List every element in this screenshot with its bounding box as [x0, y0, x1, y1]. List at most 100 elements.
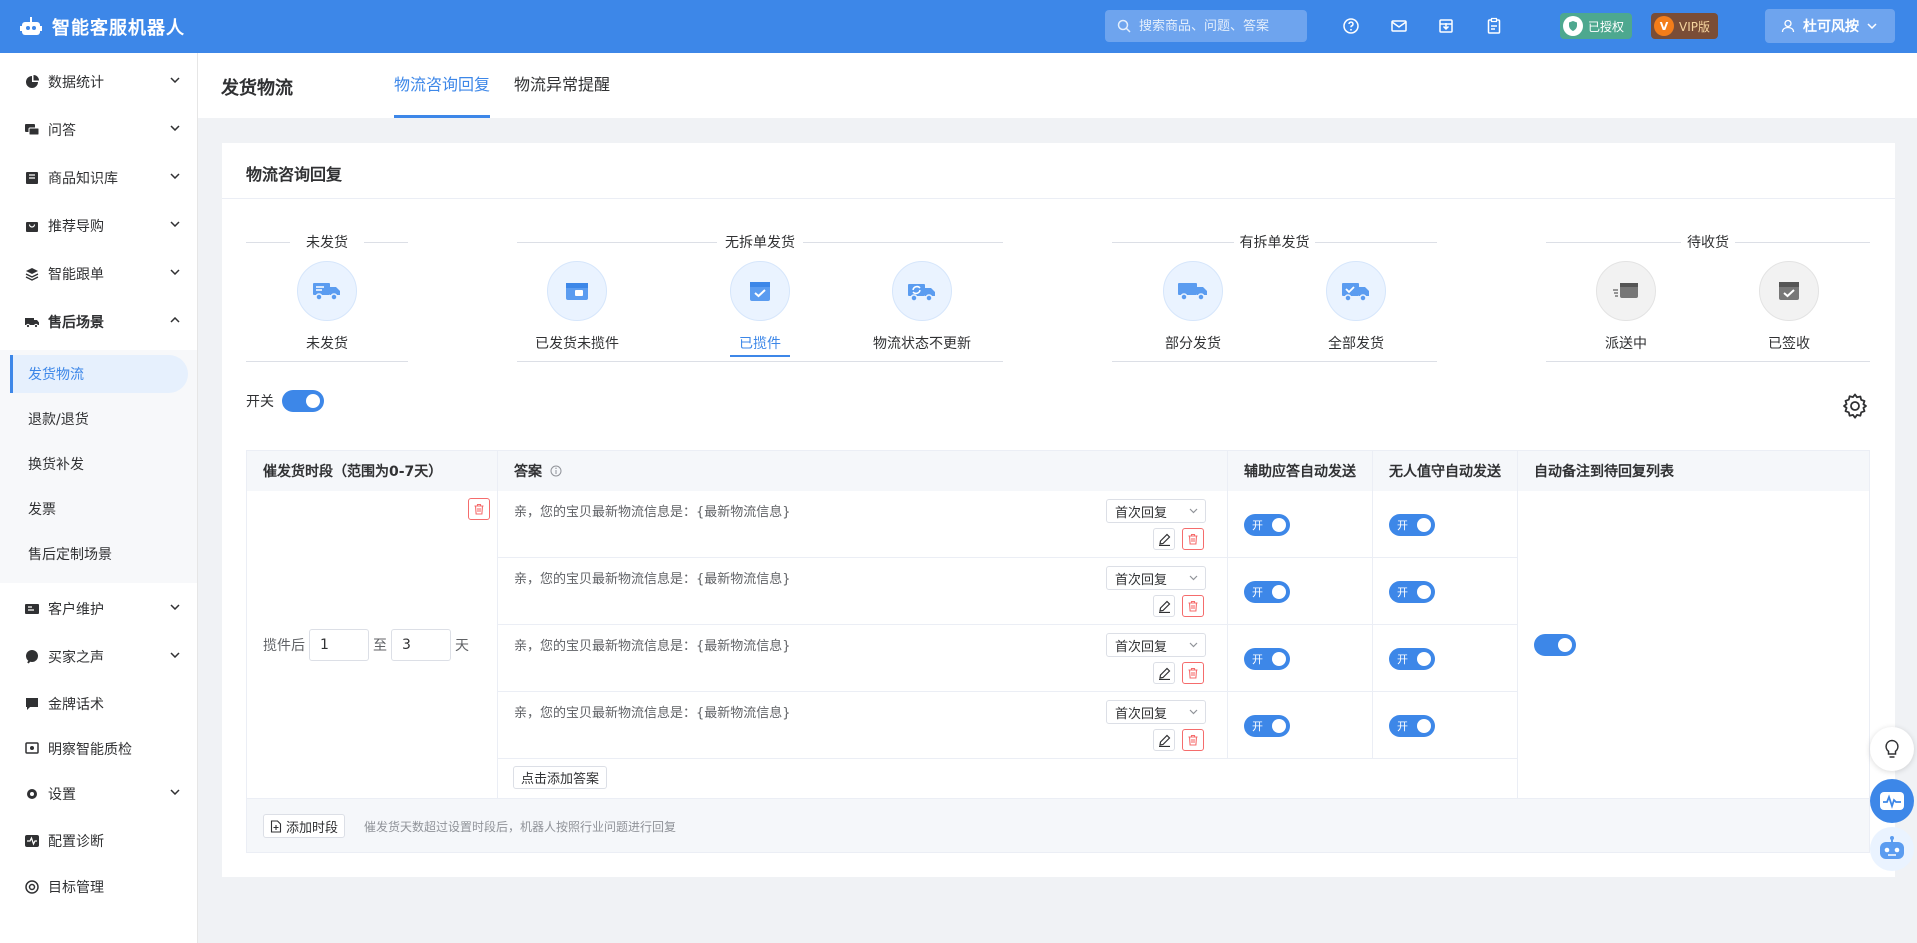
sidebar-item-knowledge[interactable]: 商品知识库: [0, 159, 198, 197]
package-icon: [547, 261, 607, 321]
sidebar-item-aftersale[interactable]: 售后场景: [0, 303, 198, 341]
delete-answer-button[interactable]: [1182, 662, 1204, 684]
top-header: 智能客服机器人 已授权 V VIP版 杜可风按: [0, 0, 1917, 53]
period-range: 揽件后 至 天: [263, 629, 469, 661]
delete-period-button[interactable]: [468, 498, 490, 520]
stage-partial-shipped[interactable]: 部分发货: [1133, 261, 1253, 353]
sidebar-item-voice[interactable]: 买家之声: [0, 638, 198, 676]
submenu-item-invoice[interactable]: 发票: [10, 490, 188, 528]
submenu-item-custom[interactable]: 售后定制场景: [10, 535, 188, 573]
truck-icon: [1163, 261, 1223, 321]
user-menu[interactable]: 杜可风按: [1765, 9, 1895, 43]
robot-logo-icon: [20, 16, 42, 35]
chevron-down-icon: [170, 77, 180, 83]
reply-mode-select[interactable]: 首次回复: [1106, 566, 1206, 590]
submenu-item-shipping[interactable]: 发货物流: [10, 355, 188, 393]
clipboard-icon[interactable]: [1485, 17, 1503, 35]
stage-collected[interactable]: 已揽件: [700, 261, 820, 357]
sidebar-item-settings[interactable]: 设置: [0, 775, 198, 813]
search-input[interactable]: [1139, 18, 1299, 34]
period-cell: 揽件后 至 天: [247, 491, 498, 799]
delete-answer-button[interactable]: [1182, 729, 1204, 751]
chat-icon: [25, 124, 39, 136]
card-title: 物流咨询回复: [246, 165, 343, 184]
tab-logistics-alert[interactable]: 物流异常提醒: [514, 71, 610, 118]
mail-icon[interactable]: [1390, 17, 1408, 35]
sidebar-item-recommend[interactable]: 推荐导购: [0, 207, 198, 245]
master-switch[interactable]: [282, 390, 324, 412]
edit-answer-button[interactable]: [1153, 662, 1175, 684]
reply-mode-select[interactable]: 首次回复: [1106, 633, 1206, 657]
stage-status-stale[interactable]: 物流状态不更新: [862, 261, 982, 353]
sidebar-item-goals[interactable]: 目标管理: [0, 868, 198, 906]
submenu-item-refund[interactable]: 退款/退货: [10, 400, 188, 438]
period-from-input[interactable]: [309, 629, 369, 661]
sidebar: 数据统计 问答 商品知识库 推荐导购 智能跟单 售后场景 发货物流 退款/退货 …: [0, 53, 198, 943]
stage-group-no-split: 无拆单发货 已发货未揽件 已揽件 物流状态不更新: [517, 232, 1003, 362]
unattended-auto-toggle[interactable]: 开: [1389, 715, 1435, 737]
answer-text: 亲，您的宝贝最新物流信息是：{最新物流信息}: [514, 572, 791, 587]
assistant-button[interactable]: [1870, 827, 1914, 871]
col-header-auto-note: 自动备注到待回复列表: [1518, 451, 1869, 491]
answer-text: 亲，您的宝贝最新物流信息是：{最新物流信息}: [514, 505, 791, 520]
period-to-input[interactable]: [391, 629, 451, 661]
brand[interactable]: 智能客服机器人: [0, 14, 185, 40]
stage-signed[interactable]: 已签收: [1729, 261, 1849, 353]
stage-unshipped[interactable]: 未发货: [267, 261, 387, 353]
download-box-icon[interactable]: [1437, 17, 1455, 35]
book-icon: [26, 172, 38, 184]
unattended-auto-toggle[interactable]: 开: [1389, 514, 1435, 536]
tips-button[interactable]: [1870, 727, 1914, 771]
edit-answer-button[interactable]: [1153, 729, 1175, 751]
pie-chart-icon: [26, 75, 39, 88]
switch-label: 开关: [246, 394, 274, 410]
trash-icon: [1188, 667, 1198, 679]
sidebar-item-followup[interactable]: 智能跟单: [0, 255, 198, 293]
gear-icon[interactable]: [1842, 393, 1868, 419]
sidebar-item-customer[interactable]: 客户维护: [0, 590, 198, 628]
chevron-down-icon: [1189, 508, 1198, 514]
sidebar-item-qa[interactable]: 问答: [0, 111, 198, 149]
delivery-icon: [1596, 261, 1656, 321]
monitor-button[interactable]: [1870, 779, 1914, 823]
chevron-down-icon: [1867, 23, 1877, 29]
delete-answer-button[interactable]: [1182, 595, 1204, 617]
sidebar-item-quality[interactable]: 明察智能质检: [0, 730, 198, 768]
group-title: 无拆单发货: [725, 235, 795, 251]
submenu-item-exchange[interactable]: 换货补发: [10, 445, 188, 483]
stage-shipped-not-collected[interactable]: 已发货未揽件: [517, 261, 637, 353]
unattended-auto-toggle[interactable]: 开: [1389, 581, 1435, 603]
auto-note-toggle[interactable]: [1534, 634, 1576, 656]
assist-auto-cell: 开: [1228, 625, 1373, 692]
lightbulb-icon: [1885, 739, 1899, 758]
stage-all-shipped[interactable]: 全部发货: [1296, 261, 1416, 353]
reply-mode-select[interactable]: 首次回复: [1106, 499, 1206, 523]
unattended-auto-toggle[interactable]: 开: [1389, 648, 1435, 670]
help-icon[interactable]: [1342, 17, 1360, 35]
assist-auto-toggle[interactable]: 开: [1244, 648, 1290, 670]
add-period-button[interactable]: 添加时段: [263, 814, 346, 838]
assist-auto-toggle[interactable]: 开: [1244, 514, 1290, 536]
delete-answer-button[interactable]: [1182, 528, 1204, 550]
info-icon[interactable]: [550, 465, 562, 477]
reply-mode-select[interactable]: 首次回复: [1106, 700, 1206, 724]
stage-delivering[interactable]: 派送中: [1566, 261, 1686, 353]
pencil-icon: [1158, 734, 1170, 747]
edit-answer-button[interactable]: [1153, 528, 1175, 550]
add-answer-button[interactable]: 点击添加答案: [513, 766, 608, 789]
chevron-down-icon: [170, 789, 180, 795]
assist-auto-toggle[interactable]: 开: [1244, 715, 1290, 737]
vip-badge: V VIP版: [1651, 13, 1718, 39]
vip-icon: V: [1654, 16, 1674, 36]
page-title: 发货物流: [221, 78, 293, 99]
id-card-icon: [25, 604, 39, 614]
sidebar-item-diagnose[interactable]: 配置诊断: [0, 822, 198, 860]
chevron-down-icon: [170, 221, 180, 227]
auto-note-cell: [1518, 491, 1869, 799]
sidebar-item-scripts[interactable]: 金牌话术: [0, 685, 198, 723]
sidebar-item-stats[interactable]: 数据统计: [0, 63, 198, 101]
global-search[interactable]: [1105, 10, 1307, 42]
assist-auto-toggle[interactable]: 开: [1244, 581, 1290, 603]
edit-answer-button[interactable]: [1153, 595, 1175, 617]
tab-logistics-reply[interactable]: 物流咨询回复: [394, 71, 491, 118]
